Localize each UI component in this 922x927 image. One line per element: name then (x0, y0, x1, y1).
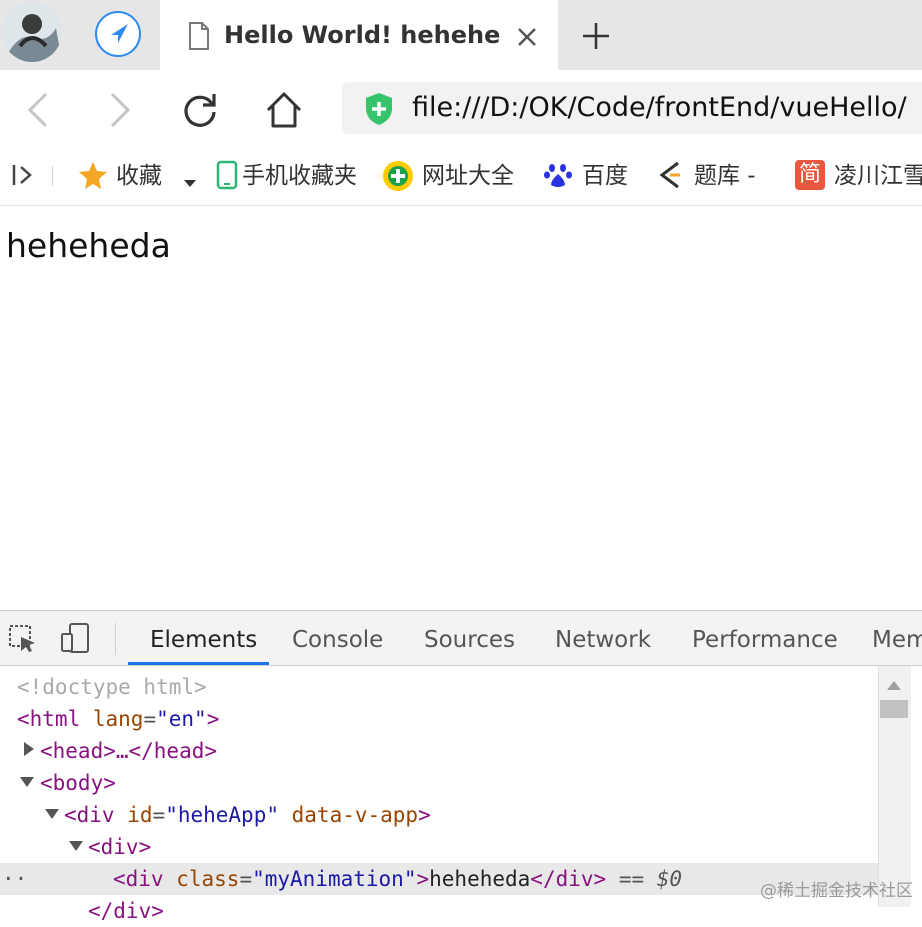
div-tag: <div (64, 803, 115, 827)
close-tag: </div> (530, 867, 607, 891)
compass-arrow-icon (111, 24, 128, 43)
scrollbar-thumb[interactable] (880, 700, 908, 718)
device-toggle-icon[interactable] (60, 622, 92, 658)
data-v-app-attr: data-v-app (291, 803, 419, 827)
dom-body-node[interactable]: <body> (40, 767, 116, 799)
bookmark-baidu[interactable]: 百度 (582, 158, 628, 194)
inspect-element-icon[interactable] (8, 624, 38, 658)
page-icon (188, 22, 210, 50)
home-icon[interactable] (262, 88, 306, 132)
dom-html-node[interactable]: <html lang="en"> (17, 703, 219, 735)
html-lang-value: "en" (156, 707, 207, 731)
phone-icon (212, 160, 242, 190)
more-dots-icon[interactable]: ·· (2, 863, 27, 895)
html-lang-attr: lang (92, 707, 144, 731)
bookmark-tiku[interactable]: 题库 - (694, 158, 756, 194)
forward-arrow-icon[interactable] (100, 90, 140, 130)
bookmark-lingchuan[interactable]: 凌川江雪 (834, 158, 922, 194)
collapse-arrow-icon[interactable] (69, 841, 83, 851)
close-icon[interactable] (512, 22, 542, 52)
tab-network[interactable]: Network (555, 624, 651, 656)
active-tab-indicator (128, 662, 269, 665)
watermark: @稀土掘金技术社区 (760, 881, 913, 901)
tab-elements[interactable]: Elements (150, 624, 257, 656)
page-content-text: heheheda (6, 226, 171, 265)
dom-partial-close: </div> (88, 899, 164, 923)
sidebar-toggle-icon[interactable] (10, 160, 40, 190)
collapse-arrow-icon[interactable] (45, 809, 59, 819)
dom-app-div[interactable]: <div id="heheApp" data-v-app> (64, 799, 431, 831)
directory-icon (382, 160, 413, 191)
chevron-down-icon[interactable] (183, 174, 197, 193)
expand-arrow-icon[interactable] (24, 742, 34, 756)
id-attr: id (127, 803, 153, 827)
collapse-arrow-icon[interactable] (20, 777, 34, 787)
user-avatar[interactable] (2, 2, 62, 62)
id-value: "heheApp" (165, 803, 279, 827)
bookmark-favorites[interactable]: 收藏 (116, 158, 162, 194)
star-icon (78, 160, 108, 190)
tiku-icon (656, 160, 686, 190)
tab-console[interactable]: Console (292, 624, 383, 656)
scroll-up-icon[interactable] (886, 676, 902, 690)
navigation-compass-button[interactable] (95, 11, 141, 57)
shield-icon (364, 92, 394, 126)
plus-icon[interactable] (577, 17, 615, 55)
selected-marker: == $0 (618, 867, 683, 891)
divider (52, 166, 53, 186)
url-text[interactable]: file:///D:/OK/Code/frontEnd/vueHello/ (412, 88, 922, 128)
tab-performance[interactable]: Performance (692, 624, 838, 656)
jian-icon: 简 (795, 160, 825, 190)
dom-head-node[interactable]: <head>…</head> (40, 735, 217, 767)
bookmark-mobile[interactable]: 手机收藏夹 (242, 158, 357, 194)
dom-doctype[interactable]: <!doctype html> (17, 671, 207, 703)
class-attr: class (176, 867, 240, 891)
tab-sources[interactable]: Sources (424, 624, 515, 656)
dom-inner-div[interactable]: <div> (88, 831, 151, 863)
back-arrow-icon[interactable] (20, 90, 60, 130)
dom-selected-node[interactable]: <div class="myAnimation">heheheda</div> … (113, 863, 682, 895)
bookmark-directory[interactable]: 网址大全 (422, 158, 514, 194)
node-text: heheheda (429, 867, 531, 891)
tab-title: Hello World! hehehe (224, 21, 501, 49)
baidu-paw-icon (543, 160, 573, 190)
class-value: "myAnimation" (252, 867, 417, 891)
tab-memory[interactable]: Mem (872, 624, 922, 656)
devtools-divider (115, 623, 116, 655)
div-tag: <div (113, 867, 164, 891)
html-tag: <html (17, 707, 81, 731)
reload-icon[interactable] (178, 88, 222, 132)
